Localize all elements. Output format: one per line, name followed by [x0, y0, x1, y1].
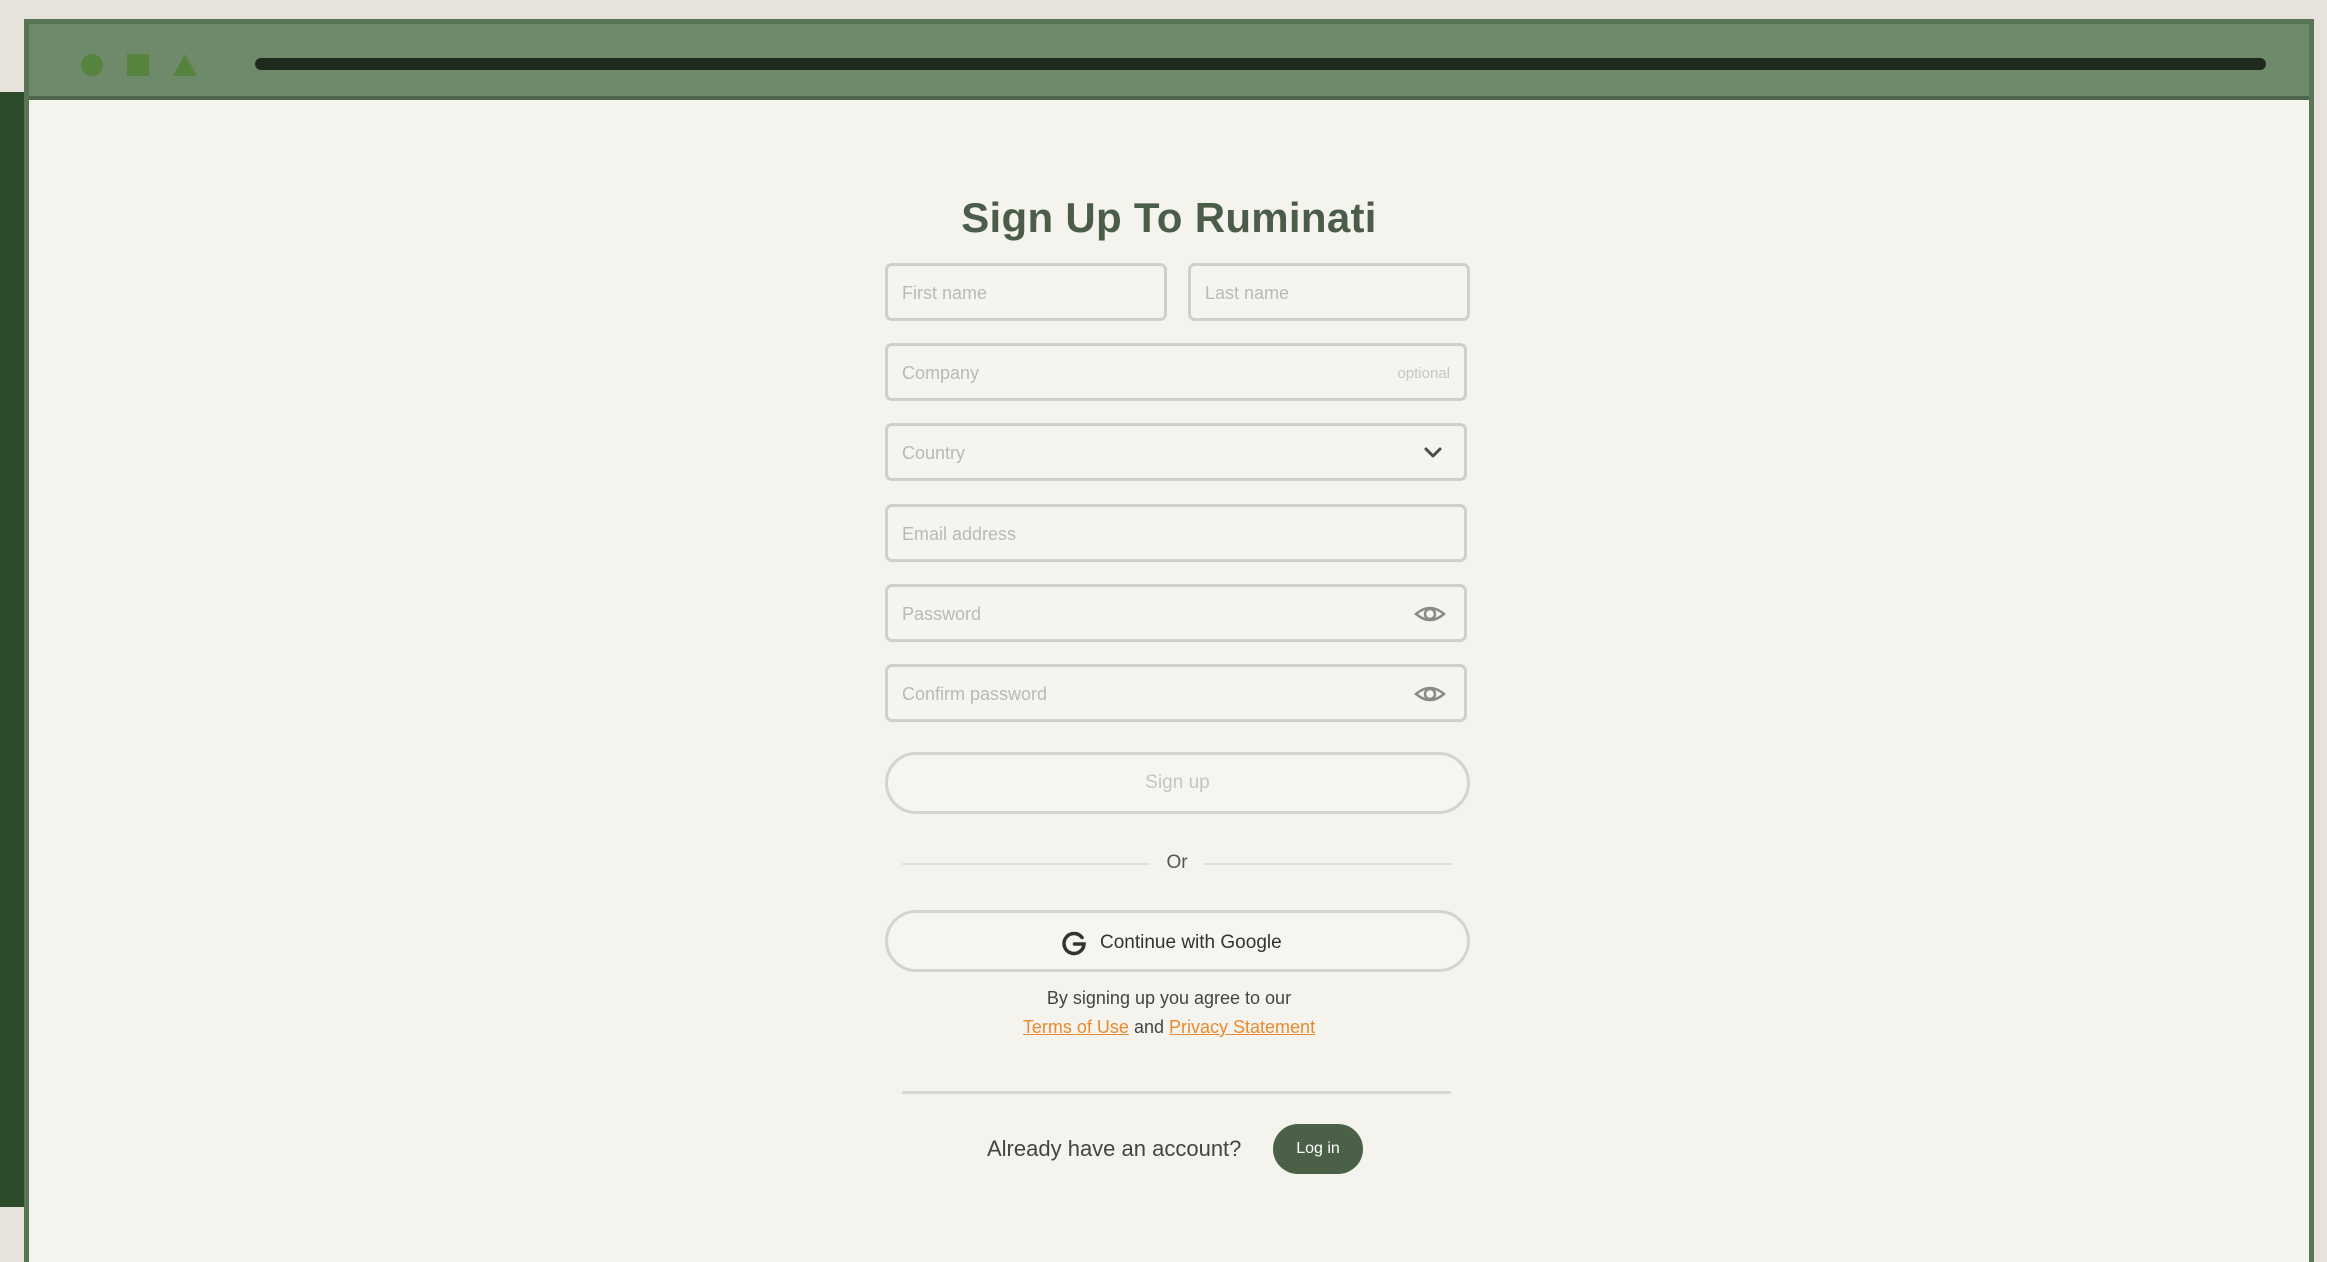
- address-bar[interactable]: [255, 58, 2266, 70]
- title-bar: [29, 24, 2309, 100]
- legal-links: Terms of Use and Privacy Statement: [29, 1017, 2309, 1038]
- company-optional-hint: optional: [1397, 365, 1450, 382]
- page-title: Sign Up To Ruminati: [961, 194, 1377, 241]
- already-have-account-text: Already have an account?: [987, 1136, 1242, 1161]
- privacy-statement-link[interactable]: Privacy Statement: [1169, 1017, 1315, 1037]
- confirm-password-field[interactable]: Confirm password: [885, 664, 1467, 722]
- signup-button[interactable]: Sign up: [885, 752, 1470, 814]
- google-signin-button[interactable]: Continue with Google: [885, 910, 1470, 972]
- first-name-placeholder: First name: [902, 283, 988, 303]
- last-name-placeholder: Last name: [1205, 283, 1290, 303]
- password-placeholder: Password: [902, 604, 982, 624]
- last-name-field[interactable]: Last name: [1188, 263, 1470, 321]
- company-placeholder: Company: [902, 363, 980, 383]
- country-placeholder: Country: [902, 443, 966, 463]
- bottom-divider: [902, 1091, 1451, 1094]
- left-edge-bar: [0, 92, 26, 1207]
- signup-page: Sign Up To Ruminati First name Last name…: [29, 100, 2309, 1262]
- company-field[interactable]: Company optional: [885, 343, 1467, 401]
- circle-control-icon[interactable]: [81, 54, 103, 76]
- confirm-password-placeholder: Confirm password: [902, 684, 1048, 704]
- email-field[interactable]: Email address: [885, 504, 1467, 562]
- country-select[interactable]: Country: [885, 423, 1467, 481]
- divider-line-left: [902, 863, 1150, 865]
- google-button-label: Continue with Google: [1100, 932, 1282, 953]
- eye-icon[interactable]: [1414, 601, 1446, 632]
- terms-of-use-link[interactable]: Terms of Use: [1023, 1017, 1129, 1037]
- eye-icon[interactable]: [1414, 681, 1446, 712]
- login-button[interactable]: Log in: [1273, 1124, 1363, 1174]
- chevron-down-icon[interactable]: [1420, 440, 1446, 471]
- email-placeholder: Email address: [902, 524, 1017, 544]
- and-text: and: [1133, 1017, 1164, 1037]
- first-name-field[interactable]: First name: [885, 263, 1167, 321]
- divider-line-right: [1204, 863, 1452, 865]
- browser-window: Sign Up To Ruminati First name Last name…: [24, 19, 2314, 1262]
- agreement-text: By signing up you agree to our: [1046, 988, 1292, 1008]
- google-icon: [1060, 929, 1088, 960]
- triangle-control-icon[interactable]: [173, 54, 197, 76]
- password-field[interactable]: Password: [885, 584, 1467, 642]
- square-control-icon[interactable]: [127, 54, 149, 76]
- divider-or: Or: [1166, 852, 1188, 873]
